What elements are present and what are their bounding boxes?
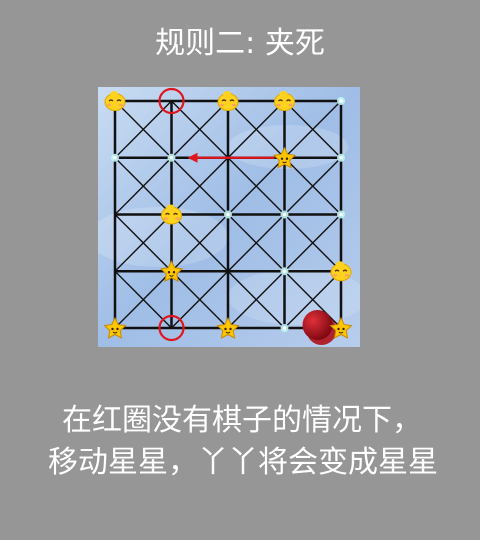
- empty-point[interactable]: [111, 153, 119, 162]
- game-board[interactable]: [98, 87, 360, 347]
- empty-point[interactable]: [280, 267, 289, 276]
- empty-point[interactable]: [224, 210, 232, 219]
- caption-line-2: 移动星星，丫丫将会变成星星: [48, 445, 438, 480]
- empty-point[interactable]: [280, 210, 289, 219]
- empty-point[interactable]: [167, 153, 176, 162]
- board-canvas: [98, 87, 360, 347]
- rule-title: 规则二: 夹死: [155, 26, 325, 61]
- empty-point[interactable]: [337, 97, 345, 105]
- empty-point[interactable]: [337, 153, 345, 162]
- empty-point[interactable]: [280, 324, 289, 332]
- caption-line-1: 在红圈没有棋子的情况下，: [62, 403, 422, 438]
- rule-caption: 在红圈没有棋子的情况下， 移动星星，丫丫将会变成星星: [0, 400, 480, 484]
- empty-point[interactable]: [337, 210, 345, 219]
